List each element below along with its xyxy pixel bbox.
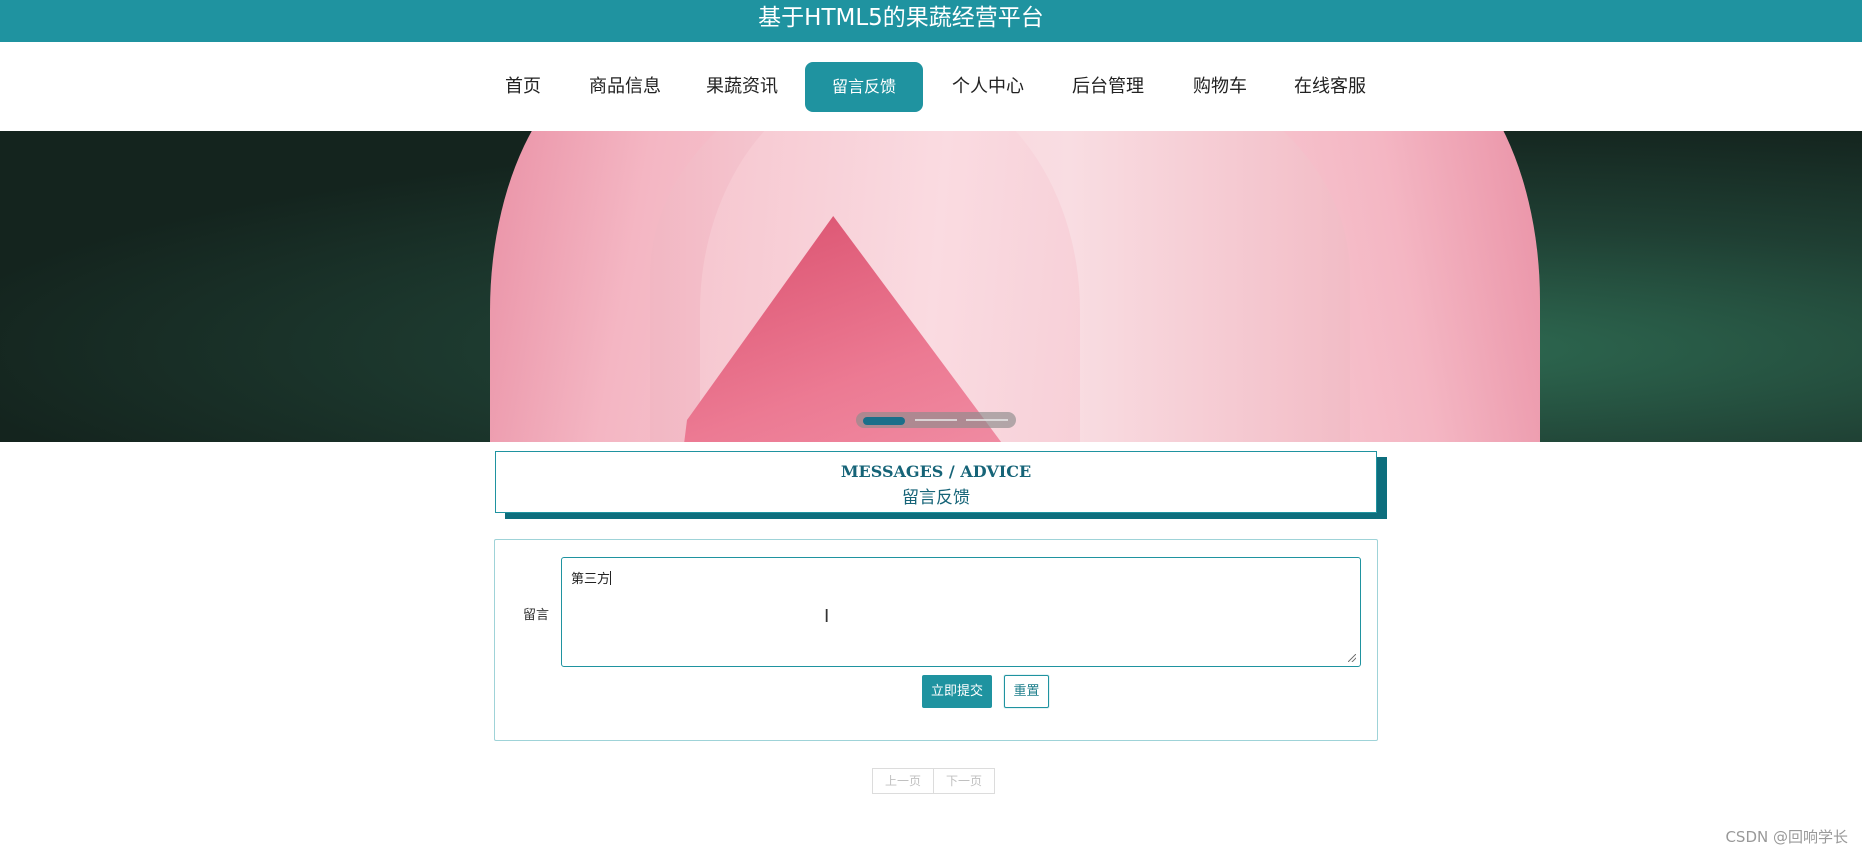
top-bar: 基于HTML5的果蔬经营平台 <box>0 0 1862 42</box>
section-title-en: MESSAGES / ADVICE <box>840 462 1032 481</box>
nav-item-home[interactable]: 首页 <box>503 62 543 112</box>
nav-item-news[interactable]: 果蔬资讯 <box>705 62 779 112</box>
carousel-dot-3[interactable] <box>966 419 1008 421</box>
next-page-button[interactable]: 下一页 <box>934 768 996 794</box>
text-caret <box>610 571 612 585</box>
main-nav: 首页 商品信息 果蔬资讯 留言反馈 个人中心 后台管理 购物车 在线客服 <box>0 42 1862 130</box>
feedback-form: 留言 第三方 I 立即提交 重置 <box>494 539 1378 741</box>
carousel-dot-1[interactable] <box>863 417 905 425</box>
site-title: 基于HTML5的果蔬经营平台 <box>758 5 1044 31</box>
nav-item-feedback[interactable]: 留言反馈 <box>805 62 923 112</box>
section-heading: MESSAGES / ADVICE 留言反馈 <box>495 451 1377 513</box>
nav-item-cart[interactable]: 购物车 <box>1192 62 1248 112</box>
section-title-cn: 留言反馈 <box>902 488 970 508</box>
carousel-dot-2[interactable] <box>915 419 957 421</box>
carousel-indicators <box>856 412 1016 428</box>
pagination: 上一页 下一页 <box>872 768 996 794</box>
reset-button[interactable]: 重置 <box>1004 675 1049 708</box>
message-label: 留言 <box>523 608 550 623</box>
prev-page-button[interactable]: 上一页 <box>872 768 935 794</box>
nav-item-support[interactable]: 在线客服 <box>1293 62 1367 112</box>
nav-item-profile[interactable]: 个人中心 <box>951 62 1025 112</box>
resize-handle-icon[interactable] <box>1348 654 1356 662</box>
banner-carousel[interactable] <box>0 131 1862 442</box>
watermark: CSDN @回响学长 <box>1725 828 1848 846</box>
message-text: 第三方 <box>571 572 611 587</box>
text-cursor-icon: I <box>824 606 830 627</box>
message-textarea[interactable]: 第三方 I <box>561 557 1361 667</box>
submit-button[interactable]: 立即提交 <box>922 675 992 708</box>
nav-item-products[interactable]: 商品信息 <box>588 62 662 112</box>
nav-item-admin[interactable]: 后台管理 <box>1071 62 1145 112</box>
